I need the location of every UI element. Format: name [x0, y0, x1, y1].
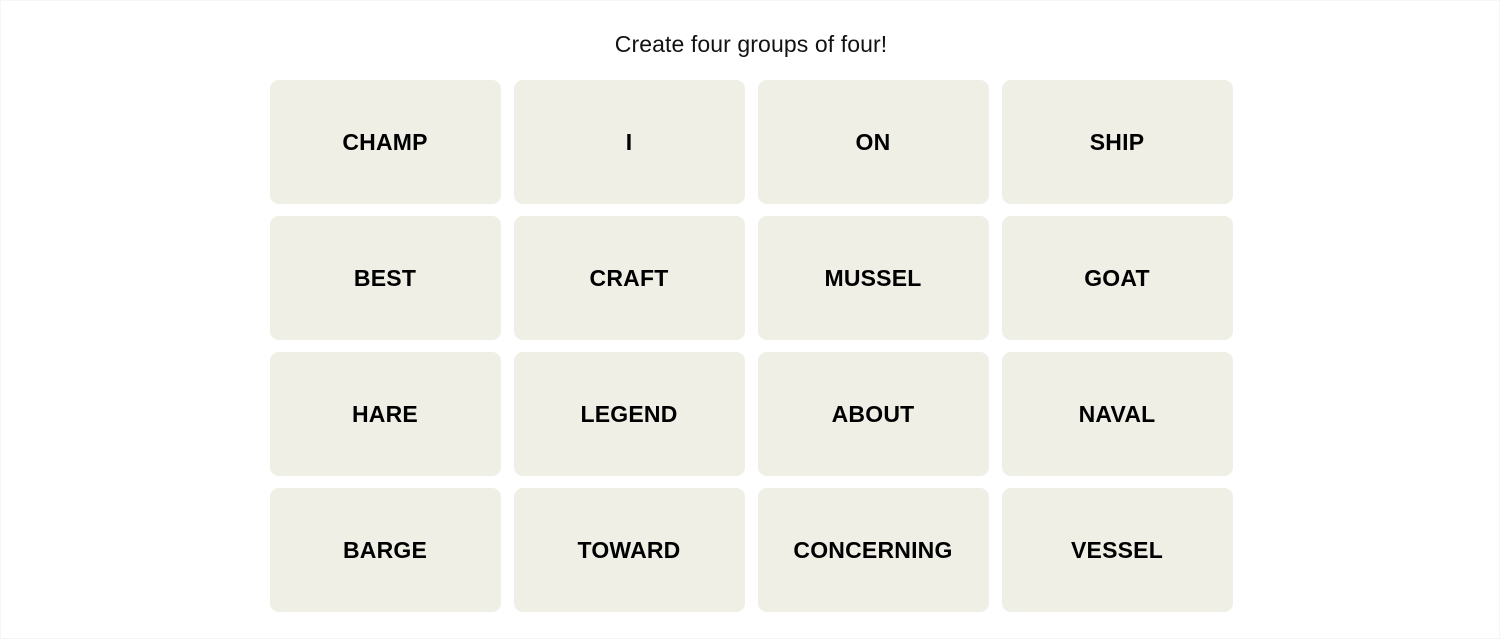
- word-tile-label: CHAMP: [342, 128, 428, 155]
- word-tile-craft[interactable]: CRAFT: [513, 216, 745, 340]
- page-title: Create four groups of four!: [614, 31, 888, 57]
- word-tile-best[interactable]: BEST: [269, 216, 501, 340]
- word-tile-label: SHIP: [1089, 128, 1145, 155]
- word-tile-vessel[interactable]: VESSEL: [1001, 488, 1233, 612]
- word-tile-concerning[interactable]: CONCERNING: [757, 488, 989, 612]
- word-tile-i[interactable]: I: [513, 80, 745, 204]
- word-tile-goat[interactable]: GOAT: [1001, 216, 1233, 340]
- word-tile-grid: CHAMP I ON SHIP BEST CRAFT MUSSEL GOAT H…: [269, 80, 1233, 612]
- word-tile-mussel[interactable]: MUSSEL: [757, 216, 989, 340]
- word-tile-on[interactable]: ON: [757, 80, 989, 204]
- puzzle-area: Create four groups of four! CHAMP I ON S…: [1, 1, 1500, 612]
- word-tile-label: TOWARD: [577, 536, 681, 563]
- word-tile-label: ON: [855, 128, 891, 155]
- word-tile-ship[interactable]: SHIP: [1001, 80, 1233, 204]
- word-tile-champ[interactable]: CHAMP: [269, 80, 501, 204]
- word-tile-label: NAVAL: [1078, 400, 1156, 427]
- word-tile-hare[interactable]: HARE: [269, 352, 501, 476]
- word-tile-label: VESSEL: [1071, 536, 1163, 563]
- word-tile-label: I: [625, 128, 633, 155]
- page-frame: Create four groups of four! CHAMP I ON S…: [0, 0, 1500, 639]
- word-tile-label: GOAT: [1084, 264, 1150, 291]
- word-tile-label: BEST: [353, 264, 417, 291]
- word-tile-label: MUSSEL: [824, 264, 922, 291]
- word-tile-label: ABOUT: [831, 400, 915, 427]
- word-tile-legend[interactable]: LEGEND: [513, 352, 745, 476]
- word-tile-label: LEGEND: [580, 400, 678, 427]
- word-tile-toward[interactable]: TOWARD: [513, 488, 745, 612]
- word-tile-about[interactable]: ABOUT: [757, 352, 989, 476]
- word-tile-label: BARGE: [342, 536, 428, 563]
- word-tile-label: CONCERNING: [793, 536, 953, 563]
- word-tile-barge[interactable]: BARGE: [269, 488, 501, 612]
- word-tile-naval[interactable]: NAVAL: [1001, 352, 1233, 476]
- word-tile-label: HARE: [352, 400, 418, 427]
- word-tile-label: CRAFT: [589, 264, 669, 291]
